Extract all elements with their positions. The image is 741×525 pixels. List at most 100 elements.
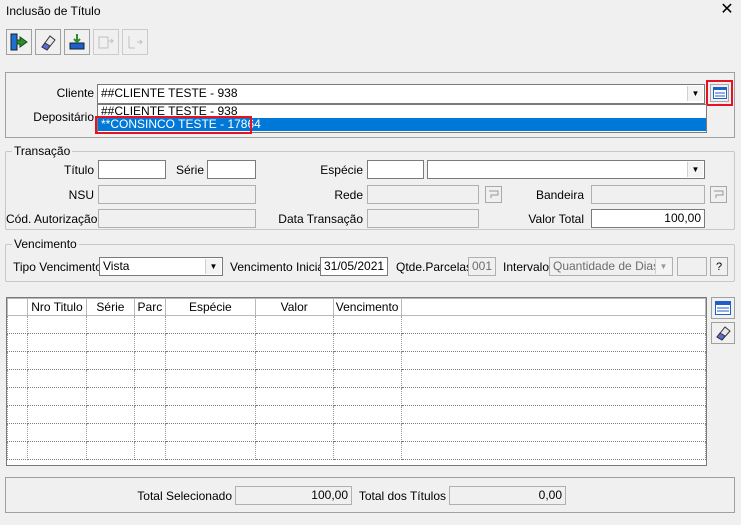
intervalo-dias-input[interactable] — [677, 257, 707, 276]
table-cell[interactable] — [254, 441, 334, 460]
table-cell[interactable] — [332, 333, 402, 352]
table-cell[interactable] — [26, 315, 87, 334]
table-cell[interactable] — [85, 315, 135, 334]
grid-column-header[interactable]: Vencimento — [332, 298, 402, 316]
table-cell[interactable] — [332, 423, 402, 442]
table-cell[interactable] — [7, 315, 28, 334]
table-cell[interactable] — [85, 405, 135, 424]
table-cell[interactable] — [254, 423, 334, 442]
table-cell[interactable] — [7, 333, 28, 352]
rede-input[interactable] — [367, 185, 479, 204]
intervalo-select[interactable]: Quantidade de Dias ▼ — [549, 257, 673, 276]
table-row[interactable] — [7, 387, 706, 406]
table-cell[interactable] — [332, 315, 402, 334]
table-cell[interactable] — [85, 441, 135, 460]
table-cell[interactable] — [400, 405, 706, 424]
table-cell[interactable] — [133, 441, 166, 460]
clear-button[interactable] — [35, 29, 61, 55]
data-transacao-input[interactable] — [367, 209, 479, 228]
grid-clear-button[interactable] — [711, 322, 735, 344]
table-row[interactable] — [7, 369, 706, 388]
bandeira-input[interactable] — [591, 185, 705, 204]
grid-list-button[interactable] — [711, 297, 735, 319]
cliente-select[interactable]: ##CLIENTE TESTE - 938 ▼ — [97, 84, 705, 104]
exit-button[interactable] — [6, 29, 32, 55]
rede-lookup-button[interactable] — [485, 186, 502, 203]
table-cell[interactable] — [400, 315, 706, 334]
table-cell[interactable] — [133, 333, 166, 352]
cliente-lookup-button[interactable] — [710, 84, 729, 102]
copy-button[interactable] — [93, 29, 119, 55]
grid-column-header[interactable]: Espécie — [164, 298, 256, 316]
table-cell[interactable] — [400, 387, 706, 406]
table-cell[interactable] — [26, 351, 87, 370]
chevron-down-icon[interactable]: ▼ — [687, 86, 703, 101]
table-cell[interactable] — [85, 387, 135, 406]
chevron-down-icon[interactable]: ▼ — [205, 259, 221, 274]
table-cell[interactable] — [133, 351, 166, 370]
table-cell[interactable] — [7, 351, 28, 370]
save-button[interactable] — [64, 29, 90, 55]
table-cell[interactable] — [7, 423, 28, 442]
table-cell[interactable] — [254, 351, 334, 370]
table-cell[interactable] — [164, 441, 256, 460]
table-cell[interactable] — [7, 405, 28, 424]
table-cell[interactable] — [254, 369, 334, 388]
table-cell[interactable] — [26, 387, 87, 406]
especie-input[interactable] — [367, 160, 424, 179]
paste-button[interactable] — [122, 29, 148, 55]
table-cell[interactable] — [85, 423, 135, 442]
table-cell[interactable] — [26, 423, 87, 442]
table-cell[interactable] — [332, 369, 402, 388]
nsu-input[interactable] — [98, 185, 256, 204]
table-row[interactable] — [7, 333, 706, 352]
grid-column-header[interactable]: Nro Titulo — [26, 298, 87, 316]
table-cell[interactable] — [164, 423, 256, 442]
table-cell[interactable] — [164, 315, 256, 334]
table-cell[interactable] — [7, 387, 28, 406]
grid-column-header[interactable]: Parc — [133, 298, 166, 316]
table-cell[interactable] — [400, 441, 706, 460]
table-cell[interactable] — [7, 441, 28, 460]
table-cell[interactable] — [164, 405, 256, 424]
table-cell[interactable] — [332, 351, 402, 370]
serie-input[interactable] — [207, 160, 256, 179]
table-cell[interactable] — [26, 369, 87, 388]
grid-column-header[interactable]: Valor — [254, 298, 334, 316]
table-cell[interactable] — [7, 369, 28, 388]
table-cell[interactable] — [85, 369, 135, 388]
table-row[interactable] — [7, 423, 706, 442]
table-row[interactable] — [7, 441, 706, 460]
table-cell[interactable] — [26, 333, 87, 352]
table-cell[interactable] — [133, 369, 166, 388]
table-cell[interactable] — [164, 387, 256, 406]
table-cell[interactable] — [254, 333, 334, 352]
close-button[interactable]: ✕ — [716, 0, 738, 20]
table-cell[interactable] — [332, 387, 402, 406]
table-cell[interactable] — [254, 405, 334, 424]
table-cell[interactable] — [254, 387, 334, 406]
table-cell[interactable] — [133, 315, 166, 334]
table-cell[interactable] — [400, 423, 706, 442]
cod-autorizacao-input[interactable] — [98, 209, 256, 228]
table-row[interactable] — [7, 351, 706, 370]
table-cell[interactable] — [332, 441, 402, 460]
table-cell[interactable] — [400, 333, 706, 352]
table-cell[interactable] — [26, 405, 87, 424]
table-cell[interactable] — [133, 387, 166, 406]
table-cell[interactable] — [332, 405, 402, 424]
table-cell[interactable] — [400, 351, 706, 370]
table-cell[interactable] — [164, 333, 256, 352]
table-cell[interactable] — [85, 351, 135, 370]
titulos-grid[interactable]: Nro Titulo Série Parc Espécie Valor Venciment… — [6, 297, 707, 466]
table-row[interactable] — [7, 315, 706, 334]
table-cell[interactable] — [254, 315, 334, 334]
tipo-vencimento-select[interactable]: Vista ▼ — [99, 257, 223, 276]
help-button[interactable]: ? — [710, 257, 728, 276]
table-cell[interactable] — [400, 369, 706, 388]
table-cell[interactable] — [133, 423, 166, 442]
grid-column-header[interactable]: Série — [85, 298, 135, 316]
bandeira-lookup-button[interactable] — [710, 186, 727, 203]
grid-column-header[interactable] — [7, 298, 28, 316]
table-cell[interactable] — [85, 333, 135, 352]
